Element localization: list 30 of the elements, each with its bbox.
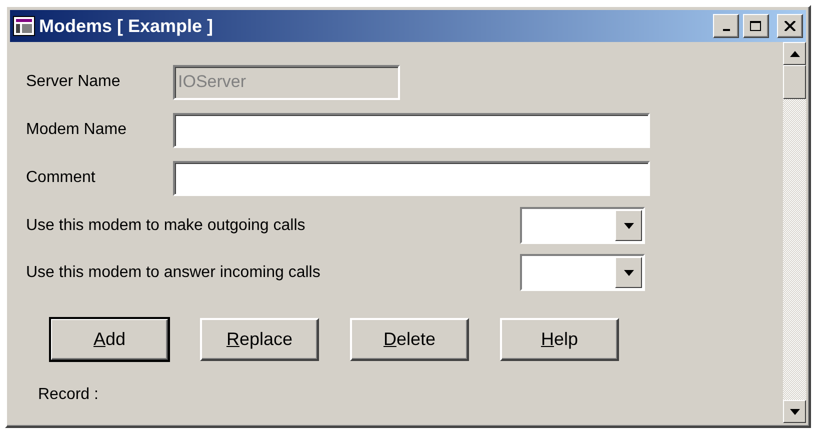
scroll-thumb[interactable] <box>783 65 806 99</box>
dropdown-label: Use this modem to make outgoing calls <box>26 216 306 236</box>
close-icon <box>784 21 796 31</box>
field-label: Comment <box>26 168 96 188</box>
window-icon <box>13 16 35 36</box>
down-arrow-icon <box>790 408 800 414</box>
input-field[interactable] <box>173 160 650 196</box>
dropdown-label: Use this modem to answer incoming calls <box>26 262 322 282</box>
record-label: Record : <box>37 385 100 405</box>
minimize-icon <box>722 29 730 31</box>
field-label: Server Name <box>26 72 122 92</box>
dropdown[interactable] <box>520 207 645 244</box>
scroll-down-button[interactable] <box>783 400 806 423</box>
action-button[interactable]: Add <box>50 318 169 361</box>
minimize-button[interactable] <box>713 14 739 38</box>
field-label: Modem Name <box>26 120 128 140</box>
input-field[interactable] <box>173 112 650 148</box>
scroll-up-button[interactable] <box>783 42 806 65</box>
close-button[interactable] <box>777 14 803 38</box>
dropdown-arrow-icon <box>624 222 634 228</box>
dropdown[interactable] <box>520 254 645 291</box>
scrollbar[interactable] <box>783 42 806 423</box>
action-button[interactable]: Help <box>500 318 619 361</box>
maximize-icon <box>750 21 762 31</box>
up-arrow-icon <box>790 50 800 56</box>
action-button[interactable]: Delete <box>350 318 469 361</box>
action-button[interactable]: Replace <box>200 318 319 361</box>
maximize-button[interactable] <box>743 14 769 38</box>
window-title: Modems [ Example ] <box>39 14 214 38</box>
dropdown-arrow-icon <box>624 270 634 276</box>
